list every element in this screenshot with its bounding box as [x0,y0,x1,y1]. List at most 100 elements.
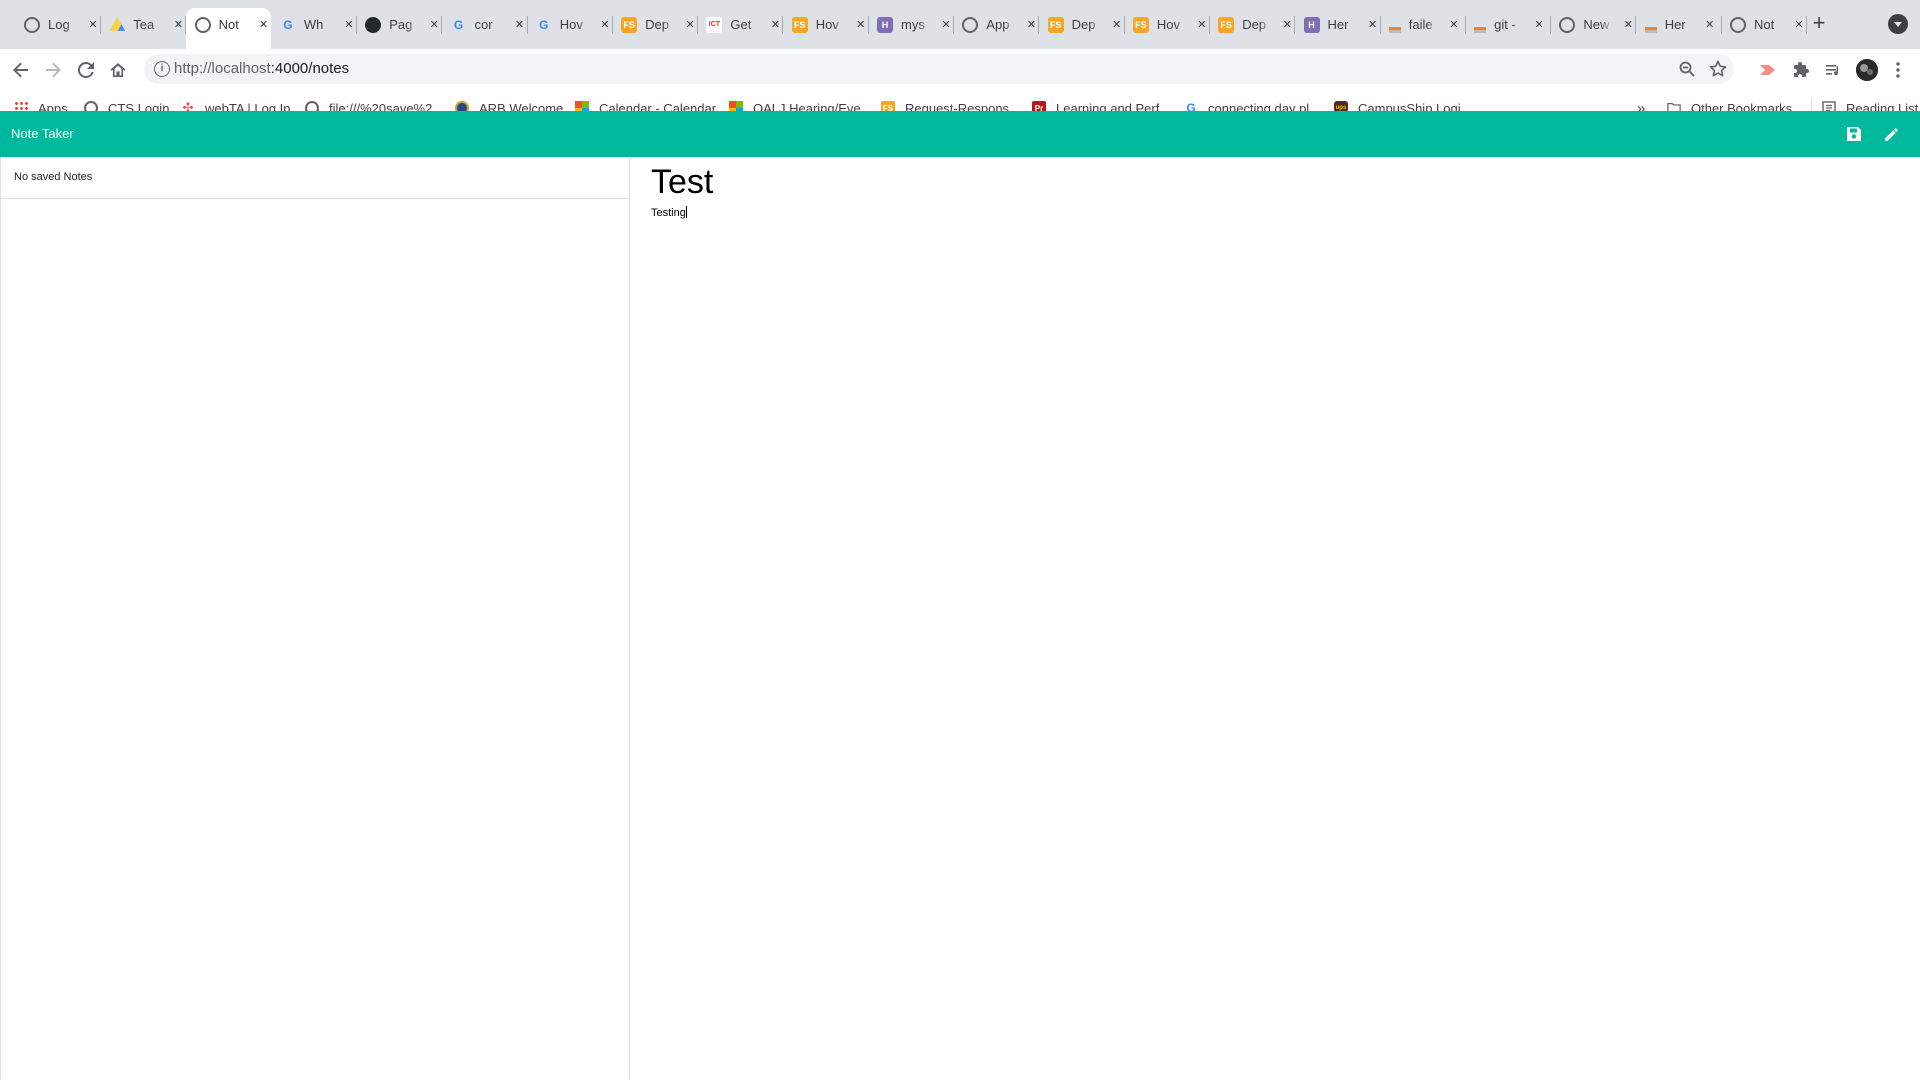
tab-title: git - [1494,17,1516,32]
close-tab-icon[interactable]: ✕ [257,18,271,31]
browser-tab[interactable]: Not ✕ [185,8,271,49]
browser-tab[interactable]: Tea ✕ [100,8,187,41]
close-tab-icon[interactable]: ✕ [427,18,441,31]
notes-sidebar: No saved Notes [0,157,630,1080]
home-icon[interactable] [106,58,130,82]
close-tab-icon[interactable]: ✕ [1110,18,1124,31]
close-tab-icon[interactable]: ✕ [1280,18,1294,31]
bookmark-star-icon[interactable] [1708,59,1728,84]
heroku-icon: H [877,16,893,33]
close-tab-icon[interactable]: ✕ [854,18,868,31]
stackoverflow-icon [1474,17,1487,33]
close-tab-icon[interactable]: ✕ [768,18,782,31]
browser-tab[interactable]: New ✕ [1550,8,1637,41]
url-text: http://localhost:4000/notes [174,60,350,77]
note-editor: Test Testing [651,157,1901,219]
google-icon: G [283,17,293,32]
close-tab-icon[interactable]: ✕ [86,18,100,31]
new-tab-button[interactable]: + [1808,12,1830,36]
globe-icon [1730,16,1746,33]
fs-icon: FS [1132,16,1149,33]
browser-menu-icon[interactable] [1888,60,1908,80]
browser-tab[interactable]: FS Hov ✕ [783,8,869,41]
close-tab-icon[interactable]: ✕ [1447,18,1461,31]
browser-tab[interactable]: FS Dep ✕ [1209,8,1296,41]
tab-title: Dep [645,17,669,32]
zoom-icon[interactable] [1678,60,1696,83]
tab-search-icon[interactable] [1888,14,1908,34]
tab-title: App [986,17,1010,32]
app-title[interactable]: Note Taker [11,126,74,141]
ict-icon: ICT [706,16,723,33]
fs-icon: FS [1218,16,1235,33]
close-tab-icon[interactable]: ✕ [683,18,697,31]
close-tab-icon[interactable]: ✕ [1792,18,1806,31]
tab-separator [1806,16,1807,34]
address-bar[interactable]: i http://localhost:4000/notes [144,54,1734,84]
reload-icon[interactable] [74,58,98,82]
browser-tab[interactable]: FS Hov ✕ [1124,8,1210,41]
browser-tab[interactable]: faile ✕ [1380,8,1466,41]
close-tab-icon[interactable]: ✕ [1024,18,1038,31]
drive-icon [109,17,126,31]
tab-title: Hov [815,17,839,32]
globe-icon [1559,16,1576,33]
tab-title: Dep [1071,17,1096,32]
tab-title: Hov [1156,17,1181,32]
google-icon: G [453,17,464,32]
back-icon[interactable] [9,58,33,82]
browser-tab[interactable]: G Wh ✕ [271,8,357,41]
globe-icon [24,16,40,33]
browser-tab[interactable]: ICT Get ✕ [697,8,784,41]
browser-tab[interactable]: git - ✕ [1465,8,1552,41]
browser-tab[interactable]: Her ✕ [1636,8,1722,41]
note-text-textarea[interactable]: Testing [651,206,1901,219]
tab-strip: Log ✕ Tea ✕ Not ✕ G Wh ✕ Pag ✕ Gcor ✕ G Hov ✕ FS Dep ✕ ICT G… [0,0,1920,49]
close-tab-icon[interactable]: ✕ [1703,18,1717,31]
close-tab-icon[interactable]: ✕ [1366,18,1380,31]
tab-title: Dep [1242,17,1267,32]
close-tab-icon[interactable]: ✕ [513,18,527,31]
tab-title: mys [901,17,925,32]
browser-tab[interactable]: Pag ✕ [356,8,443,41]
close-tab-icon[interactable]: ✕ [598,18,612,31]
tab-title: Her [1327,17,1349,32]
extension-cast-icon[interactable] [1758,60,1778,80]
tab-title: Her [1664,17,1686,32]
browser-tab[interactable]: G Hov ✕ [527,8,613,41]
new-note-pencil-icon[interactable] [1881,124,1901,144]
close-tab-icon[interactable]: ✕ [1195,18,1209,31]
browser-tab[interactable]: FS Dep ✕ [612,8,699,41]
tab-title: Log [48,17,70,32]
browser-tab[interactable]: Log ✕ [15,8,101,41]
site-info-icon[interactable]: i [154,61,170,77]
note-title-input[interactable]: Test [651,163,1901,202]
save-note-icon[interactable] [1844,124,1864,144]
globe-icon [194,16,211,33]
close-tab-icon[interactable]: ✕ [1532,18,1546,31]
fs-icon: FS [791,16,808,33]
media-control-icon[interactable] [1823,60,1843,80]
browser-tab[interactable]: Not ✕ [1721,8,1807,41]
browser-tab[interactable]: H Her ✕ [1295,8,1381,41]
tab-title: Get [730,17,752,32]
tab-title: New [1583,17,1610,32]
close-tab-icon[interactable]: ✕ [342,18,356,31]
browser-tab[interactable]: Gcor ✕ [442,8,528,41]
browser-tab[interactable]: App ✕ [953,8,1040,41]
close-tab-icon[interactable]: ✕ [939,18,953,31]
extensions-puzzle-icon[interactable] [1791,60,1811,80]
tab-title: Tea [133,17,155,32]
text-caret [685,206,687,218]
app-navbar: Note Taker [0,111,1920,157]
browser-tab[interactable]: Hmys ✕ [868,8,954,41]
browser-tab[interactable]: FS Dep ✕ [1039,8,1125,41]
profile-avatar[interactable] [1856,59,1878,81]
forward-icon[interactable] [41,58,65,82]
empty-notes-message: No saved Notes [1,157,629,199]
close-tab-icon[interactable]: ✕ [1621,18,1635,31]
fs-icon: FS [621,16,638,33]
close-tab-icon[interactable]: ✕ [171,18,185,31]
tab-title: Pag [389,17,413,32]
google-icon: G [539,17,549,32]
